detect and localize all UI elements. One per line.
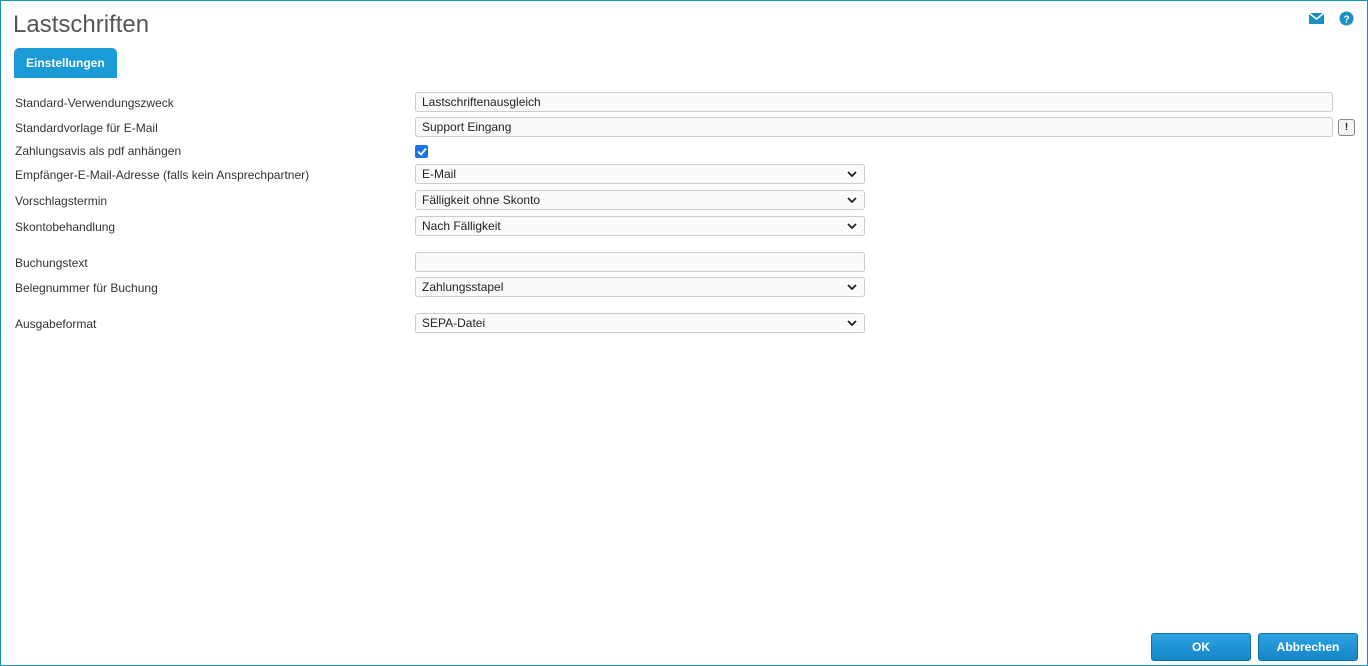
pdf-anhaengen-checkbox[interactable] <box>415 145 428 158</box>
vorschlagstermin-value: Fälligkeit ohne Skonto <box>422 193 541 207</box>
skontobehandlung-value: Nach Fälligkeit <box>422 219 501 233</box>
skontobehandlung-label: Skontobehandlung <box>15 220 116 234</box>
cancel-button[interactable]: Abbrechen <box>1258 633 1358 661</box>
empfaenger-email-label: Empfänger-E-Mail-Adresse (falls kein Ans… <box>15 168 310 182</box>
ausgabeformat-label: Ausgabeformat <box>15 317 97 331</box>
dialog-window: Lastschriften ? Einstellungen Standard-V… <box>0 0 1368 666</box>
vorschlagstermin-select[interactable]: Fälligkeit ohne Skonto <box>415 190 865 210</box>
mail-icon[interactable] <box>1307 9 1325 27</box>
header-icons: ? <box>1307 9 1355 27</box>
chevron-down-icon <box>846 168 858 180</box>
buchungstext-input[interactable] <box>415 252 865 272</box>
chevron-down-icon <box>846 317 858 329</box>
tab-einstellungen[interactable]: Einstellungen <box>14 48 117 78</box>
belegnummer-value: Zahlungsstapel <box>422 280 504 294</box>
vorschlagstermin-label: Vorschlagstermin <box>15 194 108 208</box>
help-icon[interactable]: ? <box>1337 9 1355 27</box>
ausgabeformat-value: SEPA-Datei <box>422 316 486 330</box>
empfaenger-email-value: E-Mail <box>422 167 457 181</box>
verwendungszweck-input[interactable]: Lastschriftenausgleich <box>415 92 1333 112</box>
buchungstext-label: Buchungstext <box>15 256 88 270</box>
belegnummer-select[interactable]: Zahlungsstapel <box>415 277 865 297</box>
page-title: Lastschriften <box>13 11 150 38</box>
svg-text:?: ? <box>1343 14 1349 25</box>
checkmark-icon <box>416 147 427 156</box>
email-vorlage-info-button[interactable]: ! <box>1338 119 1355 136</box>
chevron-down-icon <box>846 281 858 293</box>
empfaenger-email-select[interactable]: E-Mail <box>415 164 865 184</box>
chevron-down-icon <box>846 220 858 232</box>
email-vorlage-label: Standardvorlage für E-Mail <box>15 121 158 135</box>
belegnummer-label: Belegnummer für Buchung <box>15 281 158 295</box>
pdf-anhaengen-label: Zahlungsavis als pdf anhängen <box>15 144 182 158</box>
ok-button[interactable]: OK <box>1151 633 1251 661</box>
verwendungszweck-label: Standard-Verwendungszweck <box>15 96 174 110</box>
chevron-down-icon <box>846 194 858 206</box>
email-vorlage-input[interactable]: Support Eingang <box>415 117 1333 137</box>
ausgabeformat-select[interactable]: SEPA-Datei <box>415 313 865 333</box>
skontobehandlung-select[interactable]: Nach Fälligkeit <box>415 216 865 236</box>
